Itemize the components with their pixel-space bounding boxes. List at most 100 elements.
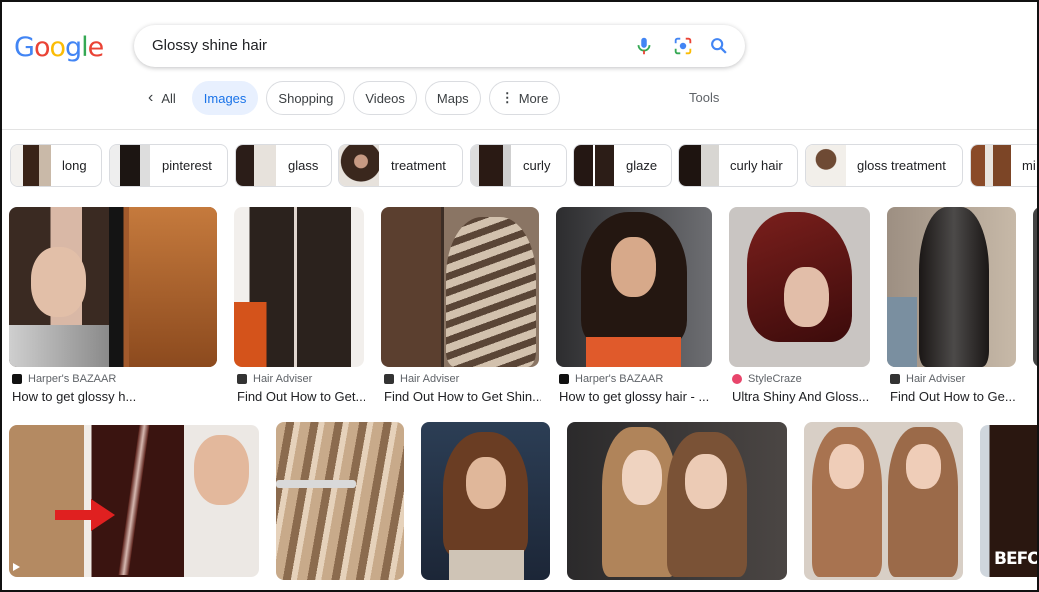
- image-result[interactable]: BEFO: [980, 425, 1039, 585]
- chip-glass[interactable]: glass: [235, 144, 332, 187]
- result-image[interactable]: [804, 422, 963, 580]
- result-title[interactable]: How to get glossy h...: [12, 389, 217, 404]
- source-name: Harper's BAZAAR: [575, 373, 664, 385]
- image-result[interactable]: Harper's BAZAAR How to get glossy h...: [9, 207, 219, 407]
- chip-label: pinterest: [162, 158, 212, 173]
- search-input[interactable]: Glossy shine hair: [152, 37, 267, 54]
- more-vertical-icon: ⋮: [500, 90, 514, 105]
- chip-label: glaze: [626, 158, 658, 173]
- search-box[interactable]: Glossy shine hair: [134, 25, 745, 67]
- harpers-bazaar-icon: [12, 374, 22, 384]
- lens-icon[interactable]: [672, 35, 694, 57]
- chip-label: treatment: [391, 158, 446, 173]
- image-result[interactable]: Hair Adviser Find Out How to Get Shin...: [381, 207, 541, 407]
- search-tabs: ‹ All Images Shopping Videos Maps ⋮ More: [144, 80, 568, 116]
- result-source: Hair Adviser: [384, 373, 459, 385]
- image-result[interactable]: [804, 422, 965, 587]
- chip-curly-hair[interactable]: curly hair: [678, 144, 798, 187]
- video-overlay-text: BEFO: [994, 549, 1039, 569]
- result-image[interactable]: [421, 422, 550, 580]
- hair-adviser-icon: [384, 374, 394, 384]
- tab-all[interactable]: ‹ All: [144, 81, 184, 115]
- image-result[interactable]: [421, 422, 552, 587]
- image-result[interactable]: [567, 422, 789, 587]
- result-image[interactable]: [276, 422, 404, 580]
- result-image[interactable]: [381, 207, 539, 367]
- tab-maps[interactable]: Maps: [424, 81, 481, 115]
- image-result[interactable]: [9, 425, 261, 585]
- chip-long[interactable]: long: [10, 144, 102, 187]
- image-result[interactable]: Hair Adviser Find Out How to Ge...: [887, 207, 1018, 407]
- chip-thumbnail: [806, 145, 846, 186]
- play-icon: [13, 563, 20, 571]
- tab-more[interactable]: ⋮ More: [488, 81, 561, 115]
- source-name: Hair Adviser: [906, 373, 966, 385]
- chip-thumbnail: [471, 145, 511, 186]
- tab-shopping[interactable]: Shopping: [266, 81, 346, 115]
- chip-label: long: [62, 158, 87, 173]
- image-result[interactable]: StyleCraze Ultra Shiny And Gloss...: [729, 207, 872, 407]
- result-title[interactable]: Find Out How to Get Shin...: [384, 389, 541, 404]
- stylecraze-icon: [732, 374, 742, 384]
- result-image[interactable]: [567, 422, 787, 580]
- result-title[interactable]: How to get glossy hair - ...: [559, 389, 709, 404]
- hair-adviser-icon: [237, 374, 247, 384]
- chip-thumbnail: [679, 145, 719, 186]
- source-name: Harper's BAZAAR: [28, 373, 117, 385]
- tab-label: All: [161, 90, 176, 106]
- chip-treatment[interactable]: treatment: [338, 144, 463, 187]
- tools-button[interactable]: Tools: [689, 90, 719, 105]
- chip-thumbnail: [110, 145, 150, 186]
- image-result[interactable]: [276, 422, 406, 587]
- result-source: Harper's BAZAAR: [12, 373, 116, 385]
- browser-frame: Google Glossy shine hair ‹ All Images Sh…: [0, 0, 1039, 592]
- result-title[interactable]: Find Out How to Ge...: [890, 389, 1018, 404]
- result-title[interactable]: Find Out How to Get...: [237, 389, 365, 404]
- result-source: StyleCraze: [732, 373, 802, 385]
- result-image[interactable]: [556, 207, 712, 367]
- result-image[interactable]: BEFO: [980, 425, 1039, 577]
- harpers-bazaar-icon: [559, 374, 569, 384]
- search-icon[interactable]: [708, 35, 730, 57]
- chip-glaze[interactable]: glaze: [573, 144, 672, 187]
- google-logo[interactable]: Google: [14, 32, 105, 63]
- source-name: Hair Adviser: [400, 373, 460, 385]
- chevron-left-icon: ‹: [148, 89, 154, 106]
- result-image[interactable]: [887, 207, 1016, 367]
- chip-thumbnail: [236, 145, 276, 186]
- chip-label: curly: [523, 158, 551, 173]
- tab-label: More: [518, 90, 549, 106]
- tab-images[interactable]: Images: [191, 81, 259, 115]
- result-image[interactable]: [9, 425, 259, 577]
- logo-letter: e: [87, 32, 105, 63]
- image-result[interactable]: Harper's BAZAAR How to get glossy hair -…: [556, 207, 714, 407]
- chip-thumbnail: [971, 145, 1011, 186]
- chip-more[interactable]: mi: [970, 144, 1037, 187]
- image-result[interactable]: Hair Adviser Find Out How to Get...: [234, 207, 366, 407]
- tab-label: Shopping: [278, 90, 334, 106]
- tab-label: Images: [203, 90, 247, 106]
- chip-label: glass: [288, 158, 319, 173]
- chip-label: gloss treatment: [857, 158, 946, 173]
- result-image[interactable]: [729, 207, 870, 367]
- result-image[interactable]: [1033, 207, 1037, 367]
- hair-adviser-icon: [890, 374, 900, 384]
- chip-gloss-treatment[interactable]: gloss treatment: [805, 144, 963, 187]
- logo-letter: G: [14, 32, 35, 63]
- source-name: StyleCraze: [748, 373, 802, 385]
- microphone-icon[interactable]: [633, 35, 655, 57]
- result-image[interactable]: [234, 207, 364, 367]
- chip-pinterest[interactable]: pinterest: [109, 144, 228, 187]
- chip-thumbnail: [574, 145, 614, 186]
- logo-letter: o: [49, 32, 66, 63]
- result-title[interactable]: Ultra Shiny And Gloss...: [732, 389, 872, 404]
- chip-curly[interactable]: curly: [470, 144, 567, 187]
- image-result[interactable]: [1033, 207, 1037, 367]
- tab-videos[interactable]: Videos: [353, 81, 417, 115]
- header-divider: [2, 129, 1037, 130]
- tab-label: Videos: [365, 90, 405, 106]
- result-image[interactable]: [9, 207, 217, 367]
- chip-thumbnail: [11, 145, 51, 186]
- result-source: Hair Adviser: [890, 373, 965, 385]
- chip-label: curly hair: [730, 158, 783, 173]
